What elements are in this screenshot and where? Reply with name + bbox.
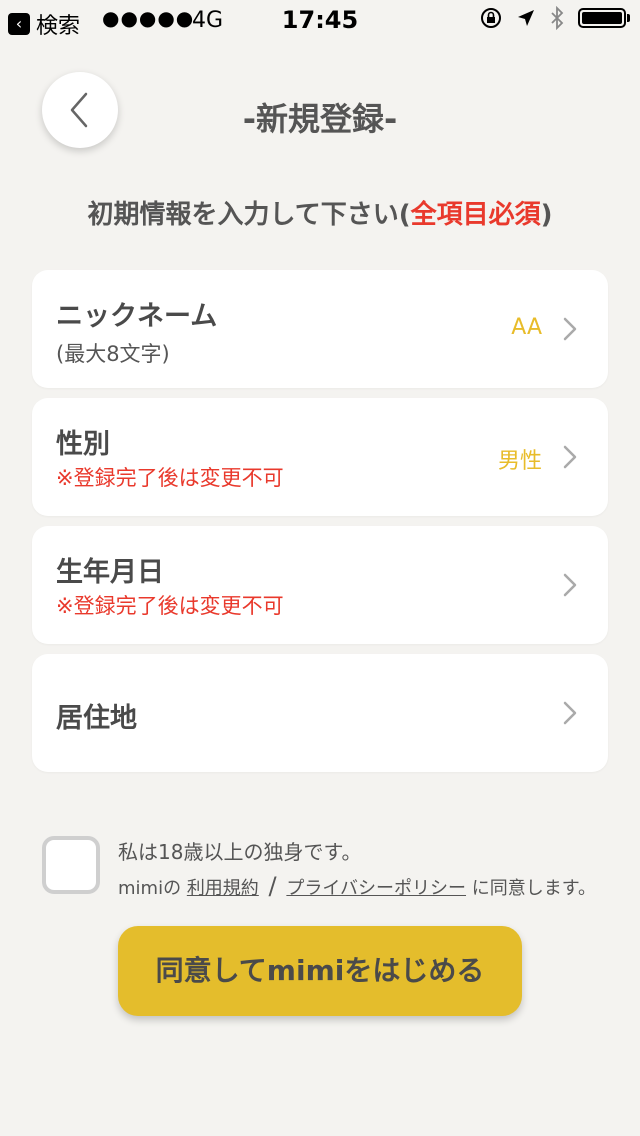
terms-agreement-text: mimiの 利用規約 / プライバシーポリシー に同意します。 (118, 872, 596, 900)
page-title: -新規登録- (242, 100, 398, 138)
battery-icon (578, 8, 626, 28)
status-bar: ‹ 検索 ●●●●● 4G 17:45 (0, 0, 640, 40)
nickname-value: AA (511, 315, 542, 340)
bluetooth-icon (551, 6, 564, 30)
nickname-label: ニックネーム (56, 301, 218, 332)
terms-suffix: に同意します。 (471, 878, 596, 899)
residence-label: 居住地 (56, 703, 137, 734)
instruction-main: 初期情報を入力して下さい( (87, 200, 411, 230)
status-right-icons (480, 6, 630, 30)
chevron-right-icon (563, 573, 577, 597)
location-icon (518, 10, 534, 26)
agree-and-start-button[interactable]: 同意してmimiをはじめる (118, 926, 522, 1016)
terms-of-service-link[interactable]: 利用規約 (187, 878, 259, 899)
age-confirmation-text: 私は18歳以上の独身です。 (118, 840, 362, 864)
required-notice: 全項目必須 (410, 200, 541, 230)
gender-value: 男性 (497, 449, 542, 474)
rotation-lock-icon (481, 8, 501, 28)
chevron-right-icon (563, 701, 577, 725)
birthdate-warning: ※登録完了後は変更不可 (56, 594, 284, 618)
agreement-checkbox[interactable] (42, 836, 100, 894)
residence-row[interactable]: 居住地 (32, 654, 608, 772)
nickname-hint: (最大8文字) (56, 342, 170, 366)
link-separator: / (268, 872, 277, 900)
gender-row[interactable]: 性別 ※登録完了後は変更不可 男性 (32, 398, 608, 516)
privacy-policy-link[interactable]: プライバシーポリシー (286, 878, 466, 899)
instruction-close: ) (540, 200, 553, 230)
chevron-right-icon (563, 445, 577, 469)
terms-prefix: mimiの (118, 878, 182, 899)
birthdate-label: 生年月日 (56, 557, 164, 588)
nickname-row[interactable]: ニックネーム (最大8文字) AA (32, 270, 608, 388)
gender-label: 性別 (56, 429, 110, 460)
gender-warning: ※登録完了後は変更不可 (56, 466, 284, 490)
chevron-right-icon (563, 317, 577, 341)
instruction-text: 初期情報を入力して下さい(全項目必須) (0, 194, 640, 231)
birthdate-row[interactable]: 生年月日 ※登録完了後は変更不可 (32, 526, 608, 644)
